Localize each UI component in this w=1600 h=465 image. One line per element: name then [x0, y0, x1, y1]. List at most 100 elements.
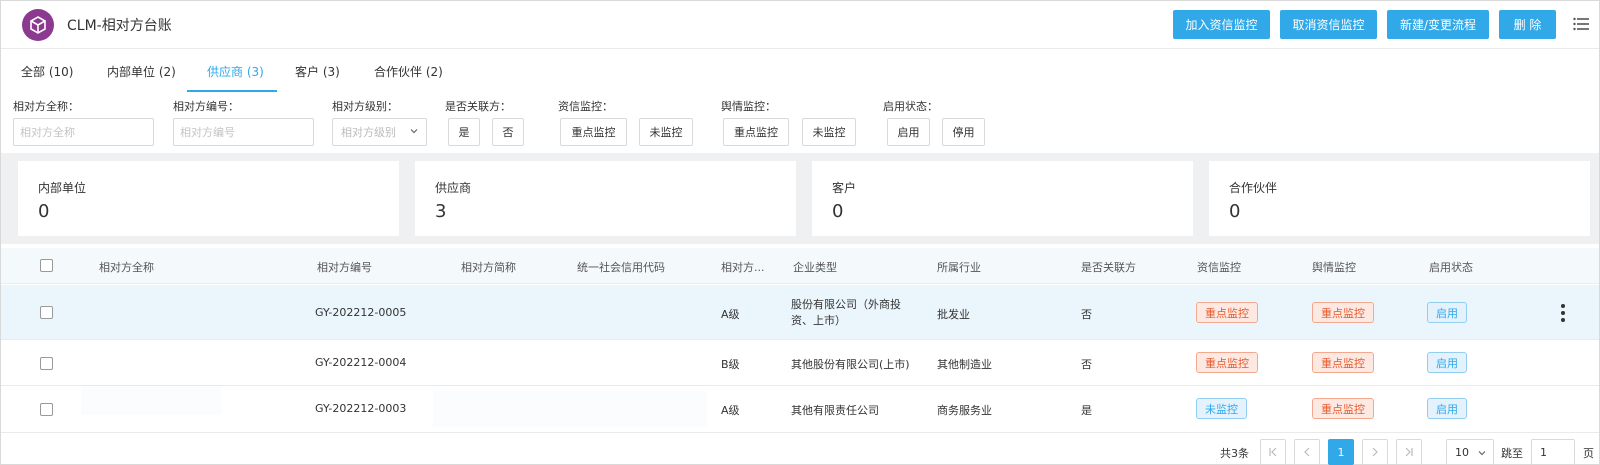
- opinion-status-badge: 重点监控: [1312, 352, 1374, 373]
- enable-status-badge: 启用: [1427, 302, 1467, 323]
- filter-label-credit: 资信监控：: [558, 100, 613, 113]
- credit-key-monitor-button[interactable]: 重点监控: [560, 118, 627, 146]
- tab-partners[interactable]: 合作伙伴 (2): [374, 63, 443, 80]
- app-window: CLM-相对方台账 加入资信监控 取消资信监控 新建/变更流程 删 除 全部 (…: [0, 0, 1600, 465]
- stat-value: 0: [38, 201, 50, 222]
- last-page-button[interactable]: [1396, 439, 1422, 465]
- kebab-menu-icon[interactable]: [1561, 303, 1565, 323]
- stat-value: 0: [1229, 201, 1241, 222]
- next-page-button[interactable]: [1362, 439, 1388, 465]
- tab-suppliers[interactable]: 供应商 (3): [207, 63, 264, 80]
- jump-page-input[interactable]: [1531, 439, 1575, 465]
- cell-type: 股份有限公司（外商投资、上市）: [791, 298, 901, 327]
- status-disabled-button[interactable]: 停用: [942, 118, 985, 146]
- cell-level: B级: [721, 358, 740, 371]
- opinion-unmonitored-button[interactable]: 未监控: [802, 118, 856, 146]
- category-tabs: 全部 (10) 内部单位 (2) 供应商 (3) 客户 (3) 合作伙伴 (2): [1, 49, 1599, 92]
- page-size-select[interactable]: 10: [1446, 439, 1494, 465]
- stat-card-customer: 客户 0: [812, 161, 1193, 236]
- full-name-input[interactable]: [13, 118, 154, 146]
- filter-label-opinion: 舆情监控：: [721, 100, 776, 113]
- column-header: 舆情监控: [1312, 261, 1356, 274]
- cell-type: 其他有限责任公司: [791, 404, 879, 417]
- tab-customers[interactable]: 客户 (3): [295, 63, 340, 80]
- credit-status-badge: 未监控: [1196, 398, 1247, 419]
- opinion-status-badge: 重点监控: [1312, 398, 1374, 419]
- page-size-value: 10: [1455, 445, 1469, 459]
- opinion-status-badge: 重点监控: [1312, 302, 1374, 323]
- delete-button[interactable]: 删 除: [1499, 10, 1556, 39]
- first-page-button[interactable]: [1260, 439, 1286, 465]
- prev-page-icon: [1304, 447, 1310, 457]
- status-enabled-button[interactable]: 启用: [887, 118, 930, 146]
- column-header: 所属行业: [937, 261, 981, 274]
- level-select[interactable]: 相对方级别: [332, 118, 427, 146]
- filter-label-full-name: 相对方全称：: [13, 100, 79, 113]
- table-header: 相对方全称 相对方编号 相对方简称 统一社会信用代码 相对方... 企业类型 所…: [1, 248, 1599, 284]
- column-header: 是否关联方: [1081, 261, 1136, 274]
- credit-unmonitored-button[interactable]: 未监控: [639, 118, 693, 146]
- filter-label-related: 是否关联方：: [445, 100, 511, 113]
- enable-status-badge: 启用: [1427, 352, 1467, 373]
- chevron-down-icon: [1478, 451, 1486, 456]
- related-yes-button[interactable]: 是: [448, 118, 480, 146]
- opinion-key-monitor-button[interactable]: 重点监控: [723, 118, 789, 146]
- next-page-icon: [1372, 447, 1378, 457]
- chevron-down-icon: [410, 129, 418, 134]
- first-page-icon: [1269, 447, 1277, 457]
- select-all-checkbox[interactable]: [40, 259, 53, 272]
- tab-all[interactable]: 全部 (10): [21, 63, 73, 80]
- cell-related: 否: [1081, 308, 1092, 321]
- related-no-button[interactable]: 否: [492, 118, 524, 146]
- column-header: 相对方简称: [461, 261, 516, 274]
- cell-industry: 其他制造业: [937, 358, 992, 371]
- stat-label: 供应商: [435, 181, 472, 195]
- page-title: CLM-相对方台账: [67, 18, 172, 34]
- enable-status-badge: 启用: [1427, 398, 1467, 419]
- prev-page-button[interactable]: [1294, 439, 1320, 465]
- cell-related: 是: [1081, 404, 1092, 417]
- pagination-total: 共3条: [1220, 447, 1249, 460]
- stat-label: 客户: [832, 181, 857, 195]
- row-checkbox[interactable]: [40, 306, 53, 319]
- page-unit-label: 页: [1583, 447, 1594, 460]
- column-header: 相对方全称: [99, 261, 154, 274]
- table-row[interactable]: GY-202212-0005 A级 股份有限公司（外商投资、上市） 批发业 否 …: [1, 285, 1599, 340]
- cell-code: GY-202212-0005: [315, 306, 407, 319]
- cell-level: A级: [721, 404, 740, 417]
- filter-label-code: 相对方编号：: [173, 100, 239, 113]
- column-header: 企业类型: [793, 261, 837, 274]
- stat-value: 0: [832, 201, 844, 222]
- menu-list-icon[interactable]: [1573, 16, 1589, 32]
- row-checkbox[interactable]: [40, 357, 53, 370]
- stat-card-supplier: 供应商 3: [415, 161, 796, 236]
- cell-industry: 商务服务业: [937, 404, 992, 417]
- cancel-credit-monitor-button[interactable]: 取消资信监控: [1280, 10, 1377, 39]
- code-input[interactable]: [173, 118, 314, 146]
- column-header: 资信监控: [1197, 261, 1241, 274]
- table-row[interactable]: GY-202212-0004 B级 其他股份有限公司(上市) 其他制造业 否 重…: [1, 341, 1599, 386]
- stat-card-partner: 合作伙伴 0: [1209, 161, 1590, 236]
- tab-internal-units[interactable]: 内部单位 (2): [107, 63, 176, 80]
- table-row[interactable]: GY-202212-0003 A级 其他有限责任公司 商务服务业 是 未监控 重…: [1, 387, 1599, 433]
- cell-related: 否: [1081, 358, 1092, 371]
- redacted-area: [81, 387, 221, 415]
- filter-label-level: 相对方级别：: [332, 100, 398, 113]
- column-header: 相对方...: [721, 261, 765, 274]
- cube-logo-icon: [22, 9, 54, 41]
- page-number-button[interactable]: 1: [1328, 439, 1354, 465]
- cell-code: GY-202212-0003: [315, 402, 407, 415]
- level-select-placeholder: 相对方级别: [341, 126, 396, 139]
- credit-status-badge: 重点监控: [1196, 352, 1258, 373]
- last-page-icon: [1405, 447, 1413, 457]
- stat-card-internal: 内部单位 0: [18, 161, 399, 236]
- redacted-area: [433, 391, 707, 427]
- new-change-flow-button[interactable]: 新建/变更流程: [1387, 10, 1489, 39]
- column-header: 启用状态: [1429, 261, 1473, 274]
- jump-label: 跳至: [1501, 447, 1523, 460]
- add-credit-monitor-button[interactable]: 加入资信监控: [1173, 10, 1270, 39]
- stat-label: 内部单位: [38, 181, 87, 195]
- row-checkbox[interactable]: [40, 403, 53, 416]
- filter-label-status: 启用状态：: [883, 100, 938, 113]
- stat-label: 合作伙伴: [1229, 181, 1278, 195]
